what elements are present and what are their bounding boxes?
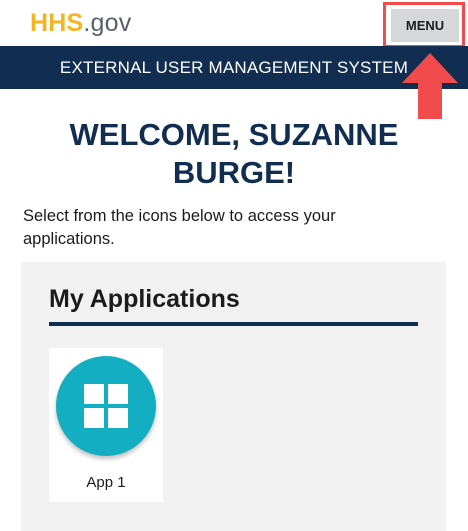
- intro-text: Select from the icons below to access yo…: [23, 207, 336, 248]
- app-icon-circle[interactable]: [56, 356, 156, 456]
- app-label[interactable]: App 1: [49, 474, 163, 491]
- my-applications-panel: My Applications App 1: [21, 262, 446, 531]
- app-tile[interactable]: App 1: [49, 348, 163, 502]
- up-arrow-icon: [402, 53, 458, 119]
- system-title: EXTERNAL USER MANAGEMENT SYSTEM: [59, 57, 409, 77]
- hhs-logo[interactable]: HHS.gov: [30, 9, 131, 37]
- title-divider: [49, 322, 418, 326]
- logo-gov-text: .gov: [83, 9, 132, 37]
- logo-hhs-text: HHS: [30, 9, 84, 37]
- menu-button[interactable]: MENU: [391, 9, 459, 42]
- welcome-heading: WELCOME, SUZANNE BURGE!: [69, 117, 399, 190]
- my-applications-title: My Applications: [49, 285, 240, 313]
- grid-icon: [84, 384, 128, 428]
- page: HHS.gov MENU EXTERNAL USER MANAGEMENT SY…: [0, 0, 468, 531]
- system-title-banner: EXTERNAL USER MANAGEMENT SYSTEM: [0, 46, 468, 89]
- site-header: HHS.gov MENU: [0, 0, 468, 48]
